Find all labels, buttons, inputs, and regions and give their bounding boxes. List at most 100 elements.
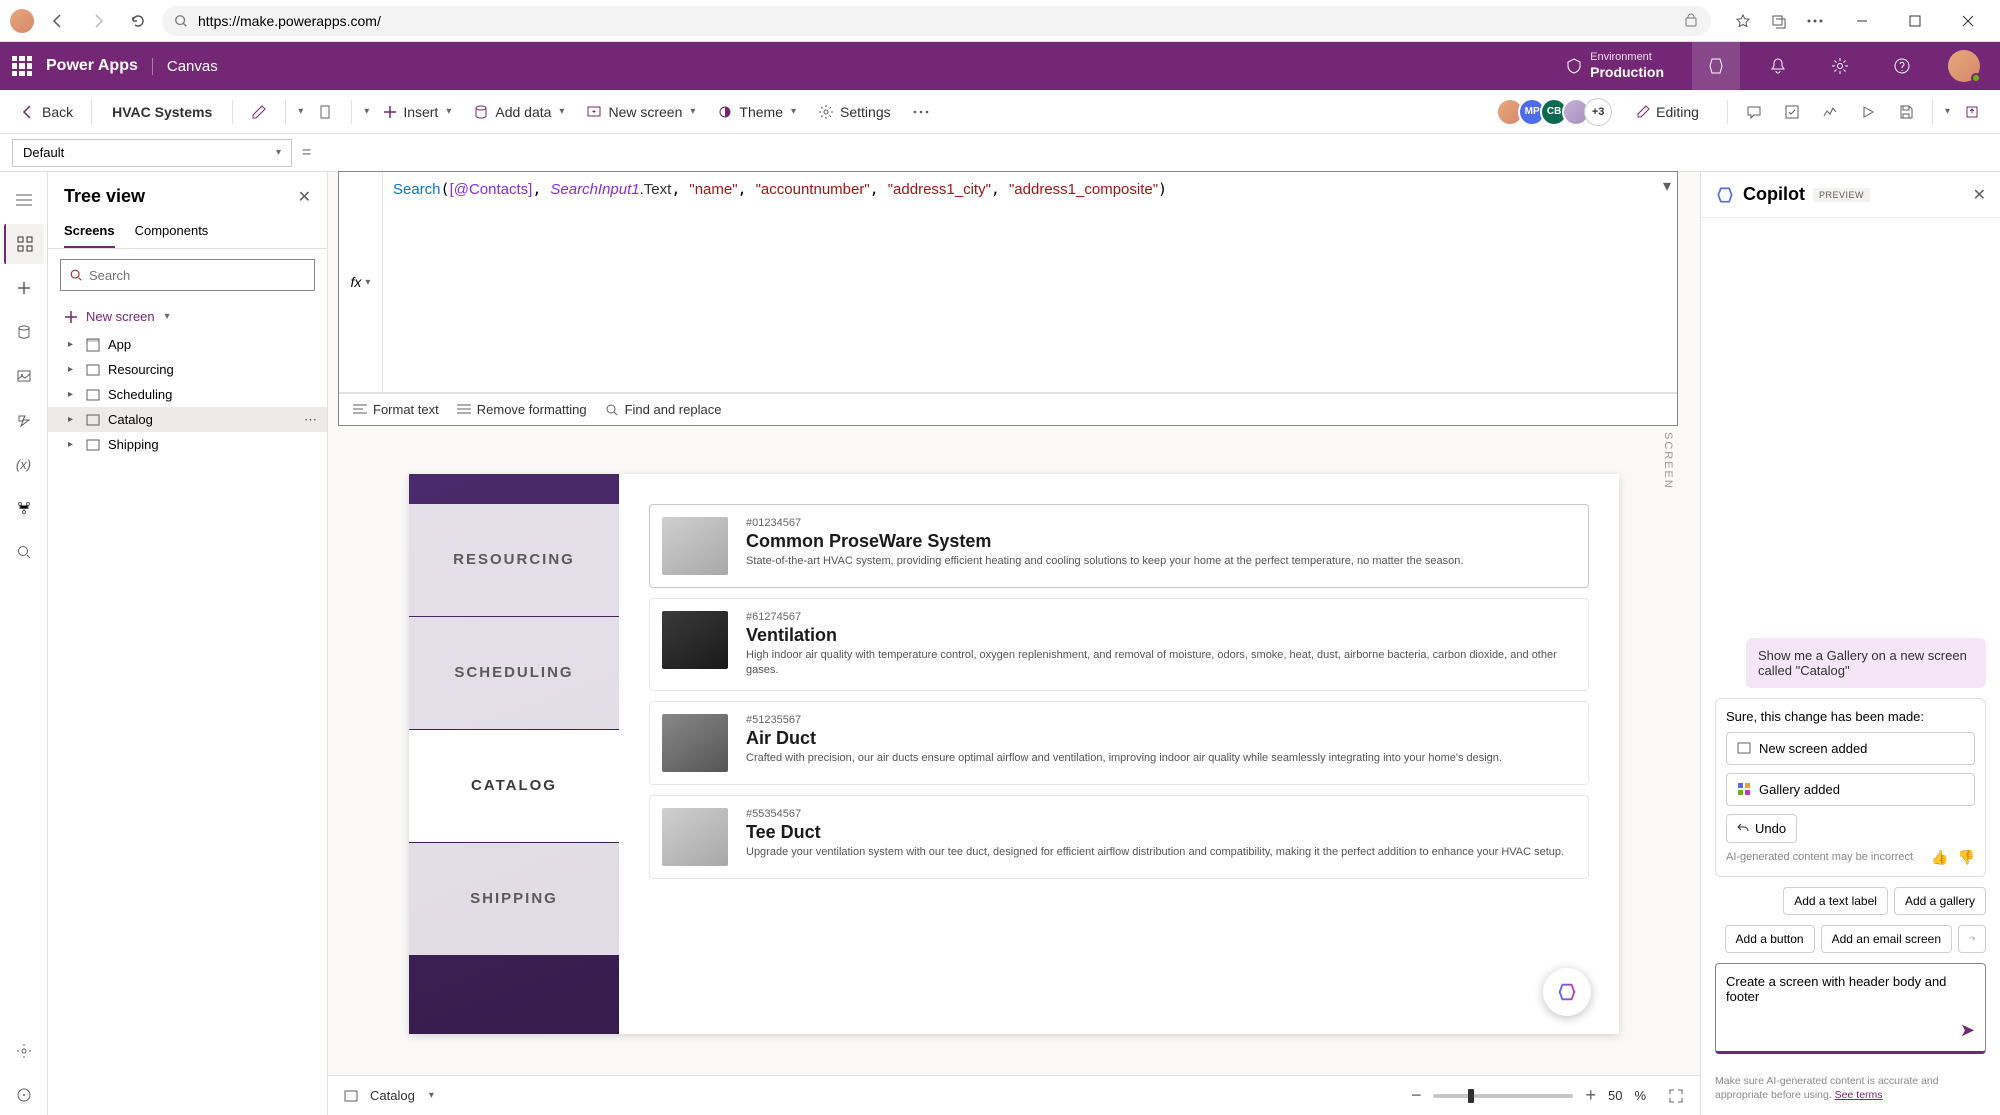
copilot-fab[interactable] xyxy=(1543,968,1591,1016)
waffle-icon[interactable] xyxy=(12,56,32,76)
tab-components[interactable]: Components xyxy=(135,215,209,248)
catalog-card[interactable]: #51235567 Air Duct Crafted with precisio… xyxy=(649,701,1589,785)
rail-flows[interactable] xyxy=(4,400,44,440)
rail-insert[interactable] xyxy=(4,268,44,308)
checker-button[interactable] xyxy=(1776,100,1808,124)
rail-hamburger[interactable] xyxy=(4,180,44,220)
edit-button[interactable] xyxy=(243,100,275,124)
collapse-icon[interactable]: ▾ xyxy=(1663,176,1671,196)
editing-indicator[interactable]: Editing xyxy=(1626,100,1709,124)
suggest-email-screen[interactable]: Add an email screen xyxy=(1821,925,1952,953)
settings-icon[interactable] xyxy=(1816,42,1864,90)
address-bar[interactable] xyxy=(162,6,1711,36)
thumbs-down[interactable]: 👎 xyxy=(1958,849,1975,865)
suggest-button[interactable]: Add a button xyxy=(1725,925,1815,953)
more-icon[interactable] xyxy=(1799,5,1831,37)
nav-scheduling[interactable]: SCHEDULING xyxy=(409,617,619,729)
browser-forward[interactable] xyxy=(82,5,114,37)
help-icon[interactable] xyxy=(1878,42,1926,90)
rail-tree-view[interactable] xyxy=(4,224,44,264)
tree-item-app[interactable]: ▸ App xyxy=(48,332,327,357)
more-icon[interactable]: ⋯ xyxy=(304,412,317,428)
rail-media[interactable] xyxy=(4,356,44,396)
url-input[interactable] xyxy=(198,13,1673,29)
settings-button[interactable]: Settings xyxy=(810,100,899,124)
tree-new-screen[interactable]: New screen ▾ xyxy=(48,301,327,332)
formula-input[interactable]: Search([@Contacts], SearchInput1.Text, "… xyxy=(383,172,1677,392)
nav-resourcing[interactable]: RESOURCING xyxy=(409,504,619,616)
formula-bar[interactable]: fx▾ Search([@Contacts], SearchInput1.Tex… xyxy=(338,171,1678,426)
rail-advanced[interactable] xyxy=(4,488,44,528)
preview-button[interactable] xyxy=(1852,100,1884,124)
remove-formatting-button[interactable]: Remove formatting xyxy=(457,402,587,417)
rail-data[interactable] xyxy=(4,312,44,352)
rail-settings[interactable] xyxy=(4,1031,44,1071)
shopping-icon[interactable] xyxy=(1683,13,1699,29)
fx-label[interactable]: fx▾ xyxy=(339,172,383,392)
tree-item-catalog[interactable]: ▸ Catalog ⋯ xyxy=(48,407,327,432)
refresh-suggestions[interactable] xyxy=(1958,925,1986,953)
app-preview[interactable]: RESOURCING SCHEDULING CATALOG SHIPPING #… xyxy=(409,474,1619,1034)
zoom-slider[interactable] xyxy=(1433,1094,1573,1098)
tree-search-input[interactable] xyxy=(89,268,306,283)
tab-screens[interactable]: Screens xyxy=(64,215,115,248)
paste-button[interactable] xyxy=(309,100,341,124)
rail-ask[interactable] xyxy=(4,1075,44,1115)
browser-back[interactable] xyxy=(42,5,74,37)
chevron-down-icon[interactable]: ▾ xyxy=(1945,106,1950,117)
tree-item-shipping[interactable]: ▸ Shipping xyxy=(48,432,327,457)
notifications-icon[interactable] xyxy=(1754,42,1802,90)
nav-shipping[interactable]: SHIPPING xyxy=(409,843,619,955)
comments-button[interactable] xyxy=(1738,100,1770,124)
catalog-card[interactable]: #55354567 Tee Duct Upgrade your ventilat… xyxy=(649,795,1589,879)
favorites-icon[interactable] xyxy=(1727,5,1759,37)
chevron-down-icon[interactable]: ▾ xyxy=(298,106,303,117)
nav-catalog[interactable]: CATALOG xyxy=(409,730,619,842)
tree-search[interactable] xyxy=(60,259,315,291)
presence-more[interactable]: +3 xyxy=(1584,98,1612,126)
insert-button[interactable]: Insert ▾ xyxy=(375,100,459,124)
close-icon[interactable]: ✕ xyxy=(298,187,311,207)
profile-avatar[interactable] xyxy=(10,9,34,33)
bot-action-gallery[interactable]: Gallery added xyxy=(1726,773,1975,806)
undo-button[interactable]: Undo xyxy=(1726,814,1797,843)
catalog-card[interactable]: #01234567 Common ProseWare System State-… xyxy=(649,504,1589,588)
tree-item-scheduling[interactable]: ▸ Scheduling xyxy=(48,382,327,407)
property-selector[interactable]: Default ▾ xyxy=(12,139,292,167)
window-close[interactable] xyxy=(1945,5,1990,37)
theme-button[interactable]: Theme ▾ xyxy=(709,100,804,124)
suggest-text-label[interactable]: Add a text label xyxy=(1783,887,1888,915)
fit-screen[interactable] xyxy=(1668,1088,1684,1104)
rail-variables[interactable]: (x) xyxy=(4,444,44,484)
environment-picker[interactable]: Environment Production xyxy=(1552,51,1678,81)
window-maximize[interactable] xyxy=(1892,5,1937,37)
back-button[interactable]: Back xyxy=(12,100,81,124)
chevron-down-icon[interactable]: ▾ xyxy=(364,106,369,117)
close-icon[interactable]: ✕ xyxy=(1973,185,1986,205)
rail-search[interactable] xyxy=(4,532,44,572)
monitor-button[interactable] xyxy=(1814,100,1846,124)
send-button[interactable]: ➤ xyxy=(1960,1020,1975,1041)
bot-action-screen[interactable]: New screen added xyxy=(1726,732,1975,765)
window-minimize[interactable] xyxy=(1839,5,1884,37)
format-text-button[interactable]: Format text xyxy=(353,402,439,417)
add-data-button[interactable]: Add data ▾ xyxy=(465,100,572,124)
copilot-textarea[interactable]: Create a screen with header body and foo… xyxy=(1726,974,1975,1014)
copilot-toggle[interactable] xyxy=(1692,42,1740,90)
overflow-button[interactable] xyxy=(905,106,937,118)
zoom-in[interactable]: + xyxy=(1585,1085,1596,1106)
user-avatar[interactable] xyxy=(1940,42,1988,90)
browser-refresh[interactable] xyxy=(122,5,154,37)
chevron-down-icon[interactable]: ▾ xyxy=(429,1090,434,1101)
save-button[interactable] xyxy=(1890,100,1922,124)
new-screen-button[interactable]: New screen ▾ xyxy=(578,100,703,124)
brand-title[interactable]: Power Apps xyxy=(46,57,138,75)
copilot-input[interactable]: Create a screen with header body and foo… xyxy=(1715,963,1986,1054)
publish-button[interactable] xyxy=(1956,100,1988,124)
thumbs-up[interactable]: 👍 xyxy=(1931,849,1948,865)
suggest-gallery[interactable]: Add a gallery xyxy=(1894,887,1986,915)
tree-item-resourcing[interactable]: ▸ Resourcing xyxy=(48,357,327,382)
catalog-card[interactable]: #61274567 Ventilation High indoor air qu… xyxy=(649,598,1589,692)
footer-selector[interactable]: Catalog xyxy=(370,1088,415,1103)
zoom-out[interactable]: − xyxy=(1411,1085,1422,1106)
